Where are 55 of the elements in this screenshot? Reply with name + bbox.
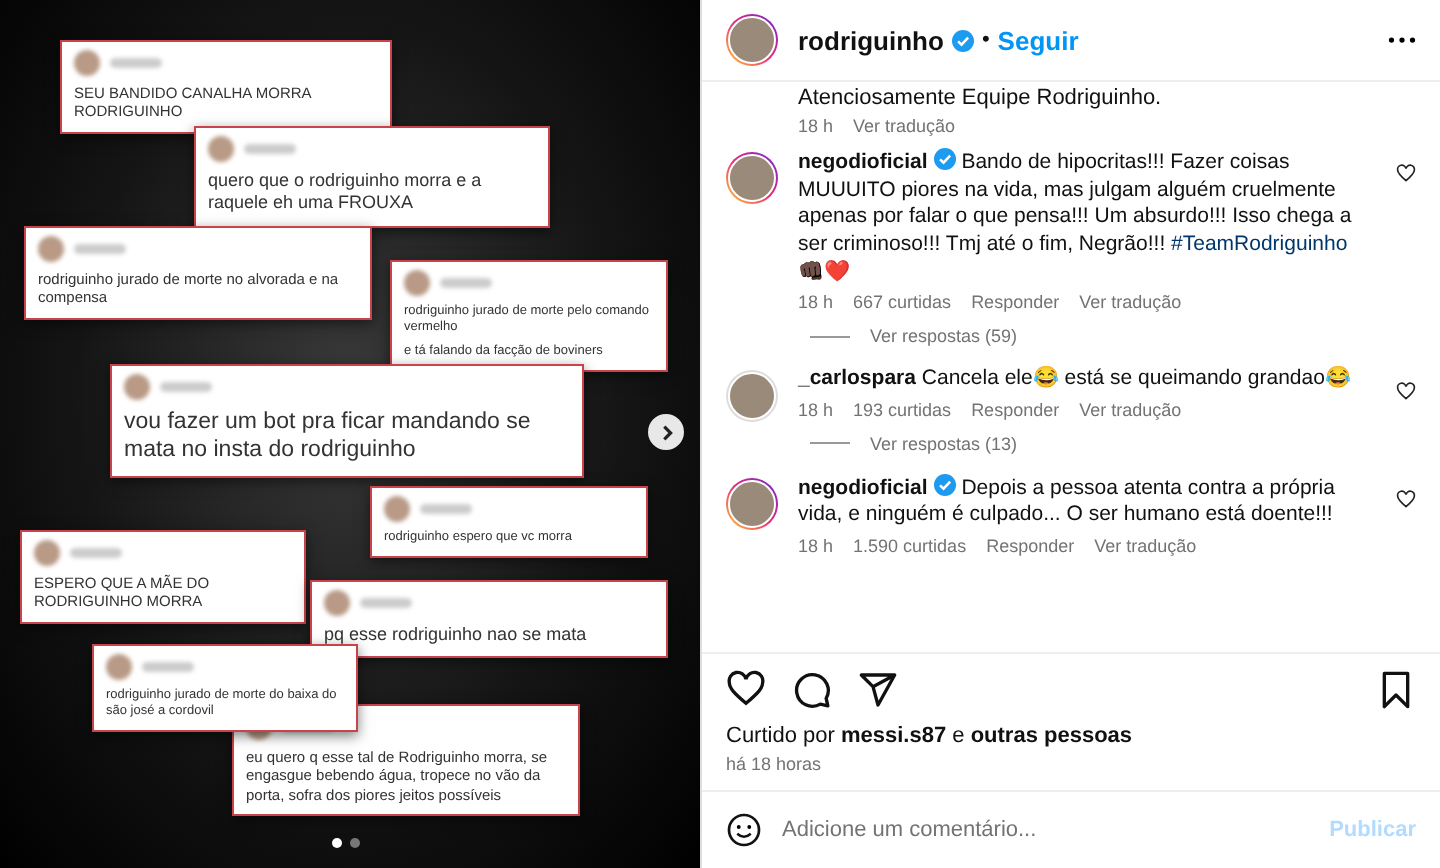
like-count: 1.590 curtidas — [853, 536, 967, 557]
like-heart-icon[interactable] — [1396, 382, 1416, 403]
like-heart-icon[interactable] — [1396, 164, 1416, 184]
blurred-username — [360, 598, 412, 608]
avatar[interactable] — [726, 14, 778, 66]
comment-time: 18 h — [798, 536, 834, 557]
view-replies-link[interactable]: Ver respostas (13) — [870, 433, 1018, 454]
reply-link[interactable]: Responder — [986, 536, 1075, 557]
reply-link[interactable]: Responder — [971, 292, 1060, 313]
blurred-username — [74, 244, 126, 254]
blurred-username — [110, 58, 162, 68]
comment-text: negodioficial Bando de hipocritas!!! Fazer coisas MUUUITO piores na vida, mas julgam alguém cruelmente apenas por falar o que pensa!!! Um absurdo!!! Isso chega a ser criminoso!!! Tmj até o fim, Negrão!!! #TeamRodriguinho 👊🏿❤ — [798, 148, 1354, 287]
separator: • — [981, 28, 990, 52]
comment-text: quero que o rodriguinho morra e a raquele eh uma FROUXA — [208, 170, 484, 215]
post-time: há 18 horas — [724, 752, 824, 778]
blurred-username — [160, 382, 212, 392]
comment-time: 18 h — [798, 292, 834, 313]
blurred-username — [420, 504, 472, 514]
avatar[interactable] — [726, 152, 778, 204]
blurred-username — [440, 278, 492, 288]
comment-text: vou fazer um bot pra ficar mandando se mata no insta do rodriguinho — [124, 408, 533, 466]
username[interactable]: rodriguinho — [798, 25, 944, 55]
carousel-dot[interactable] — [350, 838, 360, 848]
likes-text: Curtido por messi.s87 e outras pessoas — [724, 722, 1135, 748]
comment-icon[interactable] — [792, 670, 832, 710]
next-button[interactable] — [648, 414, 684, 450]
translate-link[interactable]: Ver tradução — [1094, 536, 1197, 557]
comment-text: negodioficial Depois a pessoa atenta contra a própria vida, e ninguém é culpado... O ser humano está doente!!! — [798, 473, 1337, 531]
translate-link[interactable]: Ver tradução — [1079, 399, 1182, 420]
blurred-username — [70, 548, 122, 558]
emoji-icon[interactable] — [726, 812, 762, 848]
verified-badge-icon — [951, 29, 974, 51]
reply-link[interactable]: Responder — [971, 399, 1060, 420]
translate-link[interactable]: Ver tradução — [1079, 292, 1182, 313]
heart-icon[interactable] — [726, 670, 766, 710]
like-heart-icon[interactable] — [1396, 489, 1416, 510]
view-replies-link[interactable]: Ver respostas (59) — [870, 326, 1018, 347]
comment-time: 18 h — [798, 116, 834, 136]
blurred-username — [244, 144, 296, 154]
translate-link[interactable]: Ver tradução — [853, 116, 956, 136]
hashtag-link[interactable]: #TeamRodriguinho — [1171, 231, 1348, 256]
blurred-username — [142, 662, 194, 672]
like-count: 193 curtidas — [853, 399, 952, 420]
avatar[interactable] — [726, 370, 778, 423]
share-icon[interactable] — [858, 670, 898, 710]
follow-link[interactable]: Seguir — [997, 25, 1079, 55]
chevron-right-icon — [657, 423, 675, 441]
carousel-dot[interactable] — [332, 838, 342, 848]
caption-text: Atenciosamente Equipe Rodriguinho. — [798, 86, 1164, 110]
avatar[interactable] — [726, 477, 778, 530]
like-count: 667 curtidas — [853, 292, 952, 313]
comment-text: pq esse rodriguinho nao se mata — [324, 624, 589, 647]
comment-time: 18 h — [798, 399, 834, 420]
more-options-icon[interactable] — [1388, 36, 1416, 44]
comment-text: _carlospara Cancela ele😂 está se queimando grandao😂 — [798, 366, 1353, 394]
